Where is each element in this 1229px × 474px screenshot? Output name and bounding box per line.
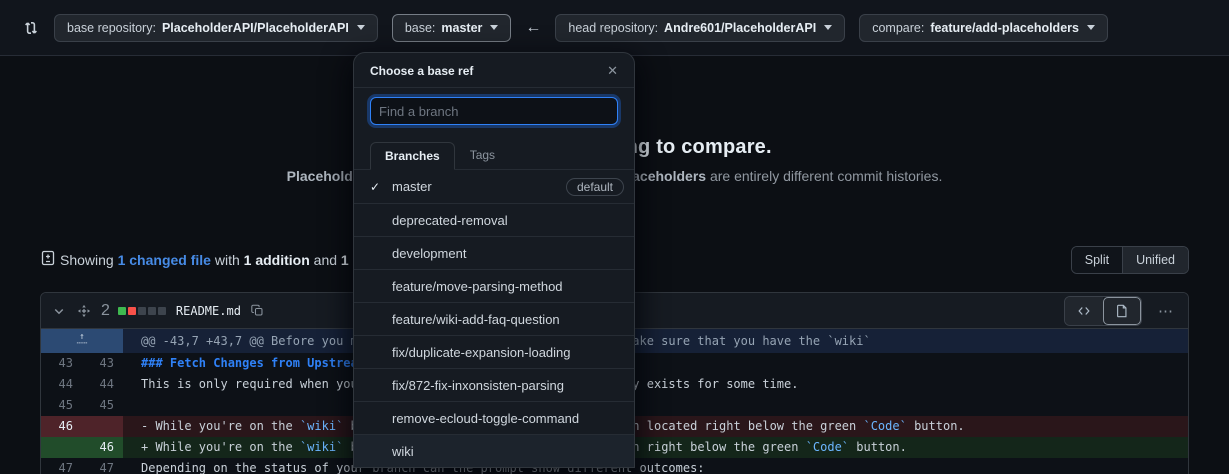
branch-label: feature/wiki-add-faq-question bbox=[392, 312, 560, 327]
diff-view-toggle: Split Unified bbox=[1071, 246, 1189, 274]
base-repository-button[interactable]: base repository: PlaceholderAPI/Placehol… bbox=[54, 14, 378, 42]
line-number-old[interactable]: 45 bbox=[41, 395, 82, 416]
branch-item-fix/duplicate-expansion-loading[interactable]: fix/duplicate-expansion-loading bbox=[354, 335, 634, 368]
dropdown-header: Choose a base ref ✕ bbox=[354, 53, 634, 88]
arrow-left-icon: ← bbox=[525, 19, 541, 37]
branch-item-feature/wiki-add-faq-question[interactable]: feature/wiki-add-faq-question bbox=[354, 302, 634, 335]
source-view-button[interactable] bbox=[1065, 297, 1103, 325]
diff-line-content: + While you're on the `wiki` branch can … bbox=[123, 437, 1188, 458]
compare-branch-button[interactable]: compare: feature/add-placeholders bbox=[859, 14, 1108, 42]
chevron-down-icon bbox=[357, 25, 365, 30]
summary-mid2: and bbox=[310, 252, 341, 268]
diff-line-content: - While you're on the `wiki` branch can … bbox=[123, 416, 1188, 437]
stat-square bbox=[128, 307, 136, 315]
diff-line-content: @@ -43,7 +43,7 @@ Before you make a Pull… bbox=[123, 329, 1188, 353]
branch-label: feature/move-parsing-method bbox=[392, 279, 563, 294]
branch-label: fix/872-fix-inxonsisten-parsing bbox=[392, 378, 564, 393]
branch-item-development[interactable]: development bbox=[354, 236, 634, 269]
line-number-old[interactable]: 46 bbox=[41, 416, 82, 437]
branch-item-feature/move-parsing-method[interactable]: feature/move-parsing-method bbox=[354, 269, 634, 302]
line-number-old[interactable] bbox=[41, 437, 82, 458]
branch-label: fix/duplicate-expansion-loading bbox=[392, 345, 571, 360]
stat-square bbox=[158, 307, 166, 315]
stat-square bbox=[118, 307, 126, 315]
chevron-down-icon bbox=[1087, 25, 1095, 30]
branch-item-remove-ecloud-toggle-command[interactable]: remove-ecloud-toggle-command bbox=[354, 401, 634, 434]
collapse-file-button[interactable] bbox=[51, 303, 67, 319]
branch-label: development bbox=[392, 246, 466, 261]
diff-line-content: ### Fetch Changes from Upstream bbox=[123, 353, 1188, 374]
tab-tags[interactable]: Tags bbox=[455, 141, 510, 169]
diff-line-content: This is only required when your fork of … bbox=[123, 374, 1188, 395]
changed-files-link[interactable]: 1 changed file bbox=[118, 252, 211, 268]
fold-up-icon: ↑┄┄ bbox=[77, 334, 88, 348]
search-input[interactable] bbox=[370, 97, 618, 125]
branch-label: wiki bbox=[392, 444, 414, 459]
base-branch-button[interactable]: base: master bbox=[392, 14, 512, 42]
base-repository-label: base repository: bbox=[67, 21, 156, 35]
file-name[interactable]: README.md bbox=[176, 304, 241, 318]
base-repository-value: PlaceholderAPI/PlaceholderAPI bbox=[162, 21, 349, 35]
copy-path-icon[interactable] bbox=[249, 302, 266, 319]
compare-branch-value: feature/add-placeholders bbox=[930, 21, 1079, 35]
line-number-new[interactable]: 43 bbox=[82, 353, 123, 374]
dropdown-title: Choose a base ref bbox=[370, 64, 473, 78]
summary-prefix: Showing bbox=[60, 252, 118, 268]
branch-item-fix/872-fix-inxonsisten-parsing[interactable]: fix/872-fix-inxonsisten-parsing bbox=[354, 368, 634, 401]
drag-handle-icon[interactable] bbox=[75, 302, 93, 320]
line-number-old[interactable]: 43 bbox=[41, 353, 82, 374]
tab-branches[interactable]: Branches bbox=[370, 142, 455, 170]
line-number-new[interactable]: 47 bbox=[82, 458, 123, 474]
compare-branch-label: compare: bbox=[872, 21, 924, 35]
head-repository-button[interactable]: head repository: Andre601/PlaceholderAPI bbox=[555, 14, 845, 42]
check-icon: ✓ bbox=[370, 180, 392, 194]
base-branch-label: base: bbox=[405, 21, 436, 35]
head-repository-value: Andre601/PlaceholderAPI bbox=[664, 21, 816, 35]
line-number-old[interactable]: 44 bbox=[41, 374, 82, 395]
git-compare-icon bbox=[22, 19, 40, 37]
unified-view-button[interactable]: Unified bbox=[1122, 247, 1188, 273]
line-number-new[interactable]: 46 bbox=[82, 437, 123, 458]
additions-count: 1 addition bbox=[244, 252, 310, 268]
branch-list: ✓master default deprecated-removal developm… bbox=[354, 170, 634, 467]
diff-line-content: Depending on the status of your branch c… bbox=[123, 458, 1188, 474]
default-badge: default bbox=[566, 178, 624, 196]
dropdown-search-area bbox=[354, 88, 634, 134]
branch-item-deprecated-removal[interactable]: deprecated-removal bbox=[354, 203, 634, 236]
file-options-kebab-icon[interactable]: ⋯ bbox=[1158, 302, 1174, 320]
expand-hunk-button[interactable]: ↑┄┄ bbox=[41, 329, 123, 353]
close-icon[interactable]: ✕ bbox=[607, 63, 618, 79]
diff-stat-squares bbox=[118, 307, 166, 315]
branch-item-master[interactable]: ✓master default bbox=[354, 170, 634, 203]
line-number-new[interactable]: 44 bbox=[82, 374, 123, 395]
summary-mid1: with bbox=[211, 252, 244, 268]
branch-label: remove-ecloud-toggle-command bbox=[392, 411, 579, 426]
branch-label: master bbox=[392, 179, 432, 194]
branch-label: deprecated-removal bbox=[392, 213, 508, 228]
stat-square bbox=[138, 307, 146, 315]
base-ref-dropdown: Choose a base ref ✕ Branches Tags ✓maste… bbox=[353, 52, 635, 468]
dropdown-tabs: Branches Tags bbox=[354, 134, 634, 170]
line-number-new[interactable] bbox=[82, 416, 123, 437]
stat-square bbox=[148, 307, 156, 315]
subtext-rest: are entirely different commit histories. bbox=[706, 168, 942, 184]
head-repository-label: head repository: bbox=[568, 21, 658, 35]
changes-count: 2 bbox=[101, 302, 110, 320]
chevron-down-icon bbox=[490, 25, 498, 30]
base-branch-value: master bbox=[441, 21, 482, 35]
line-number-old[interactable]: 47 bbox=[41, 458, 82, 474]
file-view-toggle bbox=[1064, 296, 1142, 326]
split-view-button[interactable]: Split bbox=[1072, 247, 1122, 273]
branch-item-wiki[interactable]: wiki bbox=[354, 434, 634, 467]
file-diff-icon bbox=[40, 250, 56, 271]
line-number-new[interactable]: 45 bbox=[82, 395, 123, 416]
diff-line-content bbox=[123, 395, 1188, 416]
chevron-down-icon bbox=[824, 25, 832, 30]
rendered-view-button[interactable] bbox=[1103, 297, 1141, 325]
compare-toolbar: base repository: PlaceholderAPI/Placehol… bbox=[0, 0, 1229, 56]
